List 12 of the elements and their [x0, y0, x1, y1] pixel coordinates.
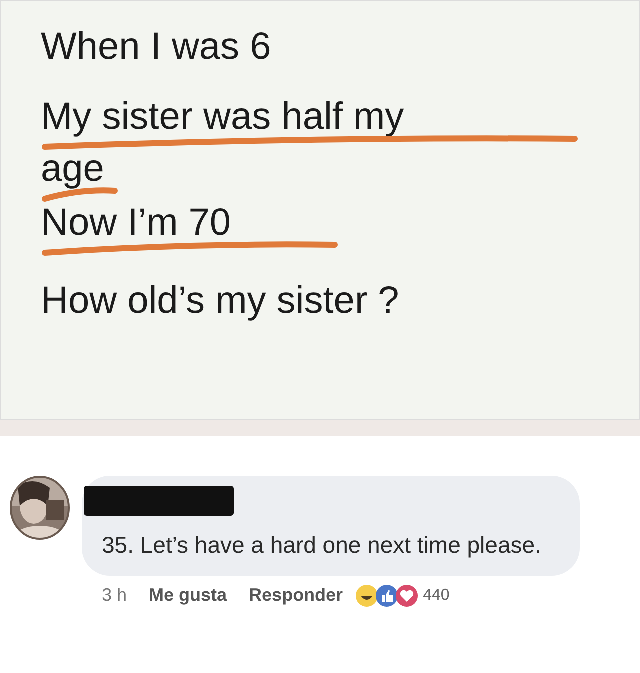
- like-icon: [375, 584, 400, 608]
- post-text: When I was 6: [41, 26, 272, 68]
- laugh-emoji-icon: [355, 584, 380, 608]
- reaction-count: 440: [423, 586, 450, 606]
- post-text: How old’s my sister ?: [41, 280, 400, 322]
- post-text: Now I’m 70: [41, 202, 232, 244]
- comment-action-link[interactable]: Responder: [249, 582, 344, 609]
- comment-action-link[interactable]: Me gusta: [149, 582, 228, 609]
- post-text: My sister was half my: [41, 96, 404, 138]
- comment-time: 3 h: [102, 584, 128, 607]
- comment-text: 35. Let’s have a hard one next time please.: [102, 531, 542, 560]
- post-text: age: [41, 148, 104, 190]
